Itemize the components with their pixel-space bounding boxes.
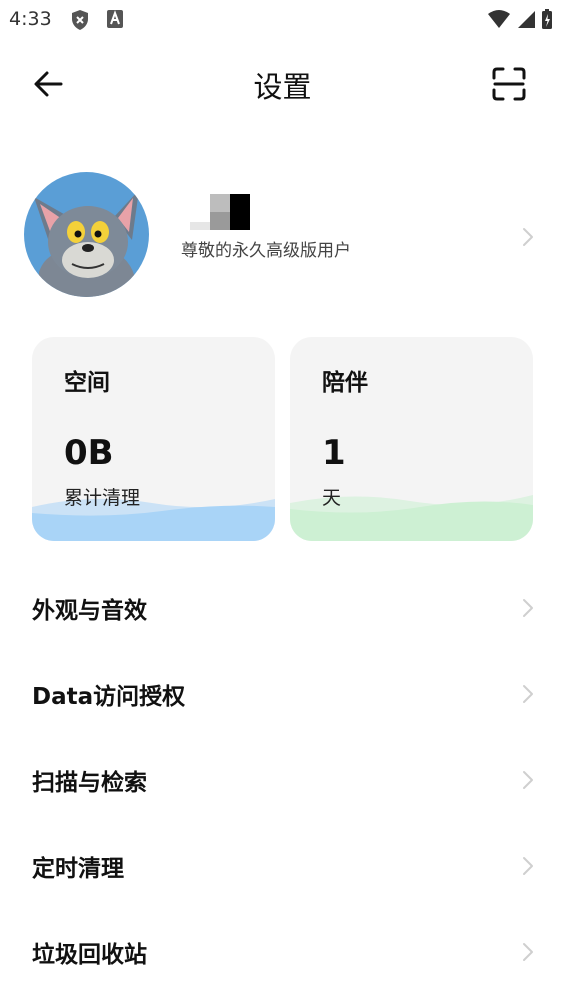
- scan-icon[interactable]: [489, 64, 529, 104]
- battery-charging-icon: [542, 9, 552, 29]
- menu-item-label: Data访问授权: [32, 684, 186, 710]
- chevron-right-icon: [523, 685, 533, 703]
- chevron-right-icon: [523, 943, 533, 961]
- status-time: 4:33: [9, 8, 52, 30]
- space-card-value: 0B: [64, 433, 114, 473]
- cat-avatar-image: [24, 172, 149, 297]
- menu-item-label: 定时清理: [32, 856, 124, 882]
- page-title: 设置: [253, 70, 312, 104]
- menu-item-scheduled-clean[interactable]: 定时清理: [0, 823, 565, 909]
- settings-menu: 外观与音效 Data访问授权 扫描与检索 定时清理 垃圾回收站: [0, 565, 565, 995]
- days-card[interactable]: 陪伴 1 天: [290, 337, 533, 541]
- app-bar: 设置: [0, 52, 565, 112]
- days-card-value: 1: [322, 433, 346, 473]
- avatar[interactable]: [24, 172, 149, 297]
- shield-icon: [72, 10, 88, 30]
- space-card-caption: 累计清理: [64, 487, 141, 509]
- user-level-text: 尊敬的永久高级版用户: [181, 241, 351, 261]
- space-card-title: 空间: [64, 370, 110, 396]
- space-card[interactable]: 空间 0B 累计清理: [32, 337, 275, 541]
- menu-item-scan-search[interactable]: 扫描与检索: [0, 737, 565, 823]
- menu-item-label: 外观与音效: [32, 598, 147, 624]
- chevron-right-icon: [523, 599, 533, 617]
- signal-icon: [518, 11, 535, 28]
- username-pixelated-image: [190, 194, 250, 230]
- chevron-right-icon: [523, 771, 533, 789]
- profile-row[interactable]: 尊敬的永久高级版用户: [0, 170, 565, 302]
- menu-item-recycle-bin[interactable]: 垃圾回收站: [0, 909, 565, 995]
- a-box-icon: [107, 10, 123, 28]
- days-card-title: 陪伴: [322, 370, 368, 396]
- menu-item-appearance-sound[interactable]: 外观与音效: [0, 565, 565, 651]
- menu-item-label: 扫描与检索: [32, 770, 147, 796]
- chevron-right-icon: [523, 857, 533, 875]
- status-bar: 4:33: [0, 0, 565, 40]
- menu-item-data-access[interactable]: Data访问授权: [0, 651, 565, 737]
- menu-item-label: 垃圾回收站: [32, 942, 147, 968]
- system-indicators: [487, 8, 553, 30]
- wifi-icon: [488, 10, 510, 28]
- days-card-caption: 天: [322, 487, 342, 509]
- chevron-right-icon: [523, 228, 533, 246]
